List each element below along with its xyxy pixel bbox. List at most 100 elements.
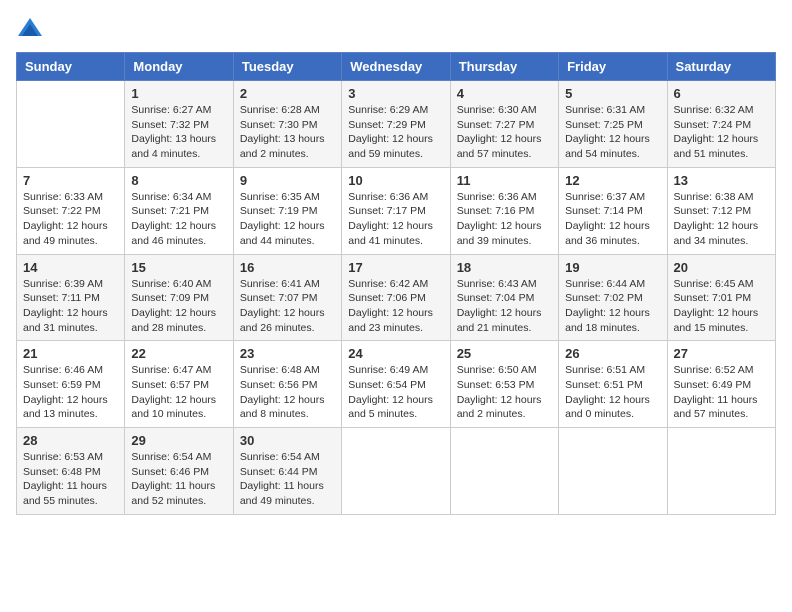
day-info: Sunrise: 6:29 AM Sunset: 7:29 PM Dayligh… <box>348 103 443 162</box>
calendar-cell: 26 Sunrise: 6:51 AM Sunset: 6:51 PM Dayli… <box>559 341 667 428</box>
calendar-cell: 22 Sunrise: 6:47 AM Sunset: 6:57 PM Dayli… <box>125 341 233 428</box>
calendar-cell <box>17 81 125 168</box>
day-number: 1 <box>131 86 226 101</box>
day-info: Sunrise: 6:38 AM Sunset: 7:12 PM Dayligh… <box>674 190 769 249</box>
day-number: 19 <box>565 260 660 275</box>
calendar-cell: 19 Sunrise: 6:44 AM Sunset: 7:02 PM Dayli… <box>559 254 667 341</box>
weekday-header-sunday: Sunday <box>17 53 125 81</box>
day-info: Sunrise: 6:51 AM Sunset: 6:51 PM Dayligh… <box>565 363 660 422</box>
day-number: 23 <box>240 346 335 361</box>
day-number: 5 <box>565 86 660 101</box>
day-info: Sunrise: 6:40 AM Sunset: 7:09 PM Dayligh… <box>131 277 226 336</box>
day-info: Sunrise: 6:27 AM Sunset: 7:32 PM Dayligh… <box>131 103 226 162</box>
day-number: 2 <box>240 86 335 101</box>
day-info: Sunrise: 6:54 AM Sunset: 6:46 PM Dayligh… <box>131 450 226 509</box>
day-info: Sunrise: 6:30 AM Sunset: 7:27 PM Dayligh… <box>457 103 552 162</box>
day-number: 22 <box>131 346 226 361</box>
weekday-header-monday: Monday <box>125 53 233 81</box>
calendar-cell: 9 Sunrise: 6:35 AM Sunset: 7:19 PM Daylig… <box>233 167 341 254</box>
day-info: Sunrise: 6:52 AM Sunset: 6:49 PM Dayligh… <box>674 363 769 422</box>
day-info: Sunrise: 6:36 AM Sunset: 7:17 PM Dayligh… <box>348 190 443 249</box>
weekday-header-saturday: Saturday <box>667 53 775 81</box>
calendar-cell: 1 Sunrise: 6:27 AM Sunset: 7:32 PM Daylig… <box>125 81 233 168</box>
day-number: 16 <box>240 260 335 275</box>
day-info: Sunrise: 6:36 AM Sunset: 7:16 PM Dayligh… <box>457 190 552 249</box>
day-info: Sunrise: 6:54 AM Sunset: 6:44 PM Dayligh… <box>240 450 335 509</box>
day-number: 6 <box>674 86 769 101</box>
calendar-cell <box>667 428 775 515</box>
calendar-cell <box>450 428 558 515</box>
day-number: 20 <box>674 260 769 275</box>
calendar-cell: 8 Sunrise: 6:34 AM Sunset: 7:21 PM Daylig… <box>125 167 233 254</box>
calendar-cell: 18Sunrise: 6:43 AM Sunset: 7:04 PM Dayli… <box>450 254 558 341</box>
calendar-cell: 24 Sunrise: 6:49 AM Sunset: 6:54 PM Dayli… <box>342 341 450 428</box>
day-info: Sunrise: 6:45 AM Sunset: 7:01 PM Dayligh… <box>674 277 769 336</box>
day-info: Sunrise: 6:49 AM Sunset: 6:54 PM Dayligh… <box>348 363 443 422</box>
calendar-cell: 5 Sunrise: 6:31 AM Sunset: 7:25 PM Daylig… <box>559 81 667 168</box>
day-number: 24 <box>348 346 443 361</box>
day-number: 17 <box>348 260 443 275</box>
calendar-cell: 7 Sunrise: 6:33 AM Sunset: 7:22 PM Daylig… <box>17 167 125 254</box>
day-number: 9 <box>240 173 335 188</box>
calendar-cell: 23 Sunrise: 6:48 AM Sunset: 6:56 PM Dayli… <box>233 341 341 428</box>
weekday-header-friday: Friday <box>559 53 667 81</box>
calendar-table: SundayMondayTuesdayWednesdayThursdayFrid… <box>16 52 776 515</box>
calendar-cell: 29 Sunrise: 6:54 AM Sunset: 6:46 PM Dayli… <box>125 428 233 515</box>
day-number: 11 <box>457 173 552 188</box>
calendar-cell: 3Sunrise: 6:29 AM Sunset: 7:29 PM Daylig… <box>342 81 450 168</box>
page-header <box>16 16 776 44</box>
day-info: Sunrise: 6:47 AM Sunset: 6:57 PM Dayligh… <box>131 363 226 422</box>
weekday-header-wednesday: Wednesday <box>342 53 450 81</box>
calendar-week-row: 7 Sunrise: 6:33 AM Sunset: 7:22 PM Daylig… <box>17 167 776 254</box>
day-info: Sunrise: 6:28 AM Sunset: 7:30 PM Dayligh… <box>240 103 335 162</box>
calendar-cell: 2 Sunrise: 6:28 AM Sunset: 7:30 PM Daylig… <box>233 81 341 168</box>
day-info: Sunrise: 6:53 AM Sunset: 6:48 PM Dayligh… <box>23 450 118 509</box>
weekday-header-thursday: Thursday <box>450 53 558 81</box>
calendar-cell: 28Sunrise: 6:53 AM Sunset: 6:48 PM Dayli… <box>17 428 125 515</box>
day-info: Sunrise: 6:41 AM Sunset: 7:07 PM Dayligh… <box>240 277 335 336</box>
day-number: 27 <box>674 346 769 361</box>
day-info: Sunrise: 6:46 AM Sunset: 6:59 PM Dayligh… <box>23 363 118 422</box>
day-number: 26 <box>565 346 660 361</box>
day-number: 7 <box>23 173 118 188</box>
calendar-cell: 4 Sunrise: 6:30 AM Sunset: 7:27 PM Daylig… <box>450 81 558 168</box>
calendar-week-row: 21 Sunrise: 6:46 AM Sunset: 6:59 PM Dayli… <box>17 341 776 428</box>
calendar-cell: 11 Sunrise: 6:36 AM Sunset: 7:16 PM Dayli… <box>450 167 558 254</box>
calendar-cell <box>559 428 667 515</box>
calendar-cell: 14Sunrise: 6:39 AM Sunset: 7:11 PM Dayli… <box>17 254 125 341</box>
calendar-cell <box>342 428 450 515</box>
day-number: 25 <box>457 346 552 361</box>
day-info: Sunrise: 6:33 AM Sunset: 7:22 PM Dayligh… <box>23 190 118 249</box>
calendar-cell: 30 Sunrise: 6:54 AM Sunset: 6:44 PM Dayli… <box>233 428 341 515</box>
logo <box>16 16 48 44</box>
day-number: 4 <box>457 86 552 101</box>
day-number: 12 <box>565 173 660 188</box>
calendar-cell: 15 Sunrise: 6:40 AM Sunset: 7:09 PM Dayli… <box>125 254 233 341</box>
day-number: 10 <box>348 173 443 188</box>
day-number: 29 <box>131 433 226 448</box>
day-info: Sunrise: 6:50 AM Sunset: 6:53 PM Dayligh… <box>457 363 552 422</box>
day-number: 15 <box>131 260 226 275</box>
calendar-cell: 20 Sunrise: 6:45 AM Sunset: 7:01 PM Dayli… <box>667 254 775 341</box>
calendar-cell: 27 Sunrise: 6:52 AM Sunset: 6:49 PM Dayli… <box>667 341 775 428</box>
calendar-cell: 12Sunrise: 6:37 AM Sunset: 7:14 PM Dayli… <box>559 167 667 254</box>
day-info: Sunrise: 6:42 AM Sunset: 7:06 PM Dayligh… <box>348 277 443 336</box>
day-info: Sunrise: 6:31 AM Sunset: 7:25 PM Dayligh… <box>565 103 660 162</box>
day-info: Sunrise: 6:35 AM Sunset: 7:19 PM Dayligh… <box>240 190 335 249</box>
weekday-header-tuesday: Tuesday <box>233 53 341 81</box>
calendar-week-row: 1 Sunrise: 6:27 AM Sunset: 7:32 PM Daylig… <box>17 81 776 168</box>
weekday-header-row: SundayMondayTuesdayWednesdayThursdayFrid… <box>17 53 776 81</box>
day-number: 21 <box>23 346 118 361</box>
calendar-cell: 6 Sunrise: 6:32 AM Sunset: 7:24 PM Daylig… <box>667 81 775 168</box>
day-info: Sunrise: 6:44 AM Sunset: 7:02 PM Dayligh… <box>565 277 660 336</box>
calendar-cell: 16 Sunrise: 6:41 AM Sunset: 7:07 PM Dayli… <box>233 254 341 341</box>
calendar-cell: 25 Sunrise: 6:50 AM Sunset: 6:53 PM Dayli… <box>450 341 558 428</box>
day-info: Sunrise: 6:32 AM Sunset: 7:24 PM Dayligh… <box>674 103 769 162</box>
day-number: 13 <box>674 173 769 188</box>
day-info: Sunrise: 6:39 AM Sunset: 7:11 PM Dayligh… <box>23 277 118 336</box>
day-number: 30 <box>240 433 335 448</box>
day-info: Sunrise: 6:34 AM Sunset: 7:21 PM Dayligh… <box>131 190 226 249</box>
day-info: Sunrise: 6:48 AM Sunset: 6:56 PM Dayligh… <box>240 363 335 422</box>
calendar-cell: 21 Sunrise: 6:46 AM Sunset: 6:59 PM Dayli… <box>17 341 125 428</box>
day-number: 8 <box>131 173 226 188</box>
